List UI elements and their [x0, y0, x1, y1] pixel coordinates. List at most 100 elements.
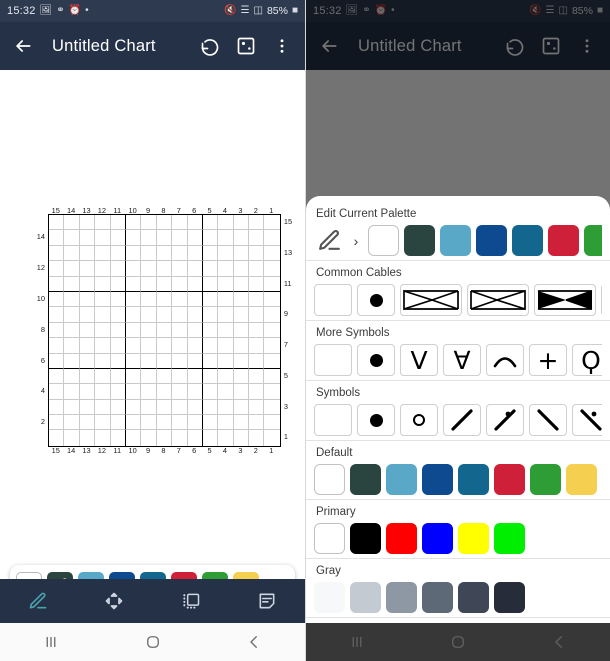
- cable-cross-left-symbol[interactable]: [467, 284, 529, 316]
- chart-cell[interactable]: [141, 353, 157, 369]
- chart-cell[interactable]: [156, 415, 173, 431]
- palette-swatch-white[interactable]: [314, 523, 345, 554]
- chart-cell[interactable]: [233, 322, 250, 339]
- chart-cell[interactable]: [141, 307, 157, 323]
- chart-cell[interactable]: [218, 338, 234, 354]
- chart-cell[interactable]: [141, 430, 157, 446]
- chart-cell[interactable]: [125, 384, 142, 400]
- chart-cell[interactable]: [110, 276, 126, 292]
- chart-cell[interactable]: [125, 276, 142, 292]
- chart-cell[interactable]: [64, 368, 80, 385]
- chart-cell[interactable]: [264, 292, 280, 308]
- chart-cell[interactable]: [187, 261, 203, 277]
- chart-cell[interactable]: [110, 322, 126, 339]
- palette-swatch-blue[interactable]: [422, 523, 453, 554]
- chart-cell[interactable]: [110, 291, 126, 308]
- chart-cell[interactable]: [49, 368, 65, 385]
- back-icon[interactable]: [203, 633, 305, 651]
- chart-cell[interactable]: [187, 415, 203, 431]
- chart-cell[interactable]: [110, 353, 126, 369]
- blank-symbol[interactable]: [314, 344, 352, 376]
- chart-cell[interactable]: [141, 322, 157, 339]
- chart-cell[interactable]: [249, 353, 265, 369]
- chart-cell[interactable]: [125, 215, 142, 231]
- palette-swatch-yellow[interactable]: [458, 523, 489, 554]
- chart-cell[interactable]: [49, 215, 65, 231]
- chart-cell[interactable]: [202, 353, 219, 369]
- chart-cell[interactable]: [187, 322, 203, 339]
- chart-cell[interactable]: [64, 245, 80, 262]
- chart-cell[interactable]: [218, 215, 234, 231]
- palette-swatch-crimson[interactable]: [548, 225, 579, 256]
- chart-cell[interactable]: [218, 399, 234, 416]
- chart-cell[interactable]: [79, 353, 96, 369]
- chart-cell[interactable]: [141, 261, 157, 277]
- chart-cell[interactable]: [264, 323, 280, 339]
- chart-cell[interactable]: [264, 246, 280, 262]
- chart-cell[interactable]: [79, 230, 96, 246]
- chart-cell[interactable]: [156, 215, 173, 231]
- chart-cell[interactable]: [233, 368, 250, 385]
- chart-cell[interactable]: [79, 338, 96, 354]
- blank-symbol[interactable]: [314, 284, 352, 316]
- palette-swatch-dark-gray[interactable]: [458, 582, 489, 613]
- palette-swatch-gray[interactable]: [386, 582, 417, 613]
- chart-cell[interactable]: [156, 353, 173, 369]
- chart-cell[interactable]: [49, 245, 65, 262]
- chart-cell[interactable]: [218, 261, 234, 277]
- chart-cell[interactable]: [49, 322, 65, 339]
- chart-cell[interactable]: [95, 338, 111, 354]
- cable-cross-right-symbol[interactable]: [400, 284, 462, 316]
- chart-cell[interactable]: [125, 261, 142, 277]
- chart-cell[interactable]: [95, 430, 111, 446]
- chart-cell[interactable]: [125, 245, 142, 262]
- recents-icon[interactable]: [0, 633, 102, 651]
- chart-cell[interactable]: [141, 276, 157, 292]
- chart-cell[interactable]: [125, 415, 142, 431]
- chart-cell[interactable]: [156, 230, 173, 246]
- chart-cell[interactable]: [172, 415, 188, 431]
- chart-cell[interactable]: [218, 245, 234, 262]
- palette-swatch-green[interactable]: [584, 225, 602, 256]
- chart-cell[interactable]: [233, 291, 250, 308]
- palette-swatch-charcoal[interactable]: [494, 582, 525, 613]
- ring-symbol[interactable]: [400, 404, 438, 436]
- chart-cell[interactable]: [203, 430, 219, 446]
- arc-symbol[interactable]: [486, 344, 524, 376]
- chart-cell[interactable]: [49, 399, 65, 416]
- palette-swatch-teal-blue[interactable]: [458, 464, 489, 495]
- chart-cell[interactable]: [95, 368, 111, 385]
- chart-cell[interactable]: [49, 338, 65, 354]
- chart-cell[interactable]: [249, 245, 265, 262]
- chart-cell[interactable]: [172, 430, 188, 446]
- chart-cell[interactable]: [125, 338, 142, 354]
- chart-cell[interactable]: [218, 322, 234, 339]
- plus-symbol[interactable]: +: [529, 344, 567, 376]
- chart-cell[interactable]: [202, 215, 219, 231]
- chart-cell[interactable]: [249, 368, 265, 385]
- chart-cell[interactable]: [156, 307, 173, 323]
- loop-symbol[interactable]: Ϙ: [572, 344, 602, 376]
- chart-cell[interactable]: [249, 322, 265, 339]
- dot-symbol[interactable]: [357, 344, 395, 376]
- chart-cell[interactable]: [64, 215, 80, 231]
- chart-cell[interactable]: [110, 399, 126, 416]
- palette-swatch-red[interactable]: [386, 523, 417, 554]
- chart-cell[interactable]: [156, 276, 173, 292]
- chart-cell[interactable]: [233, 399, 250, 416]
- pencil-icon[interactable]: [314, 226, 344, 256]
- chart-cell[interactable]: [141, 415, 157, 431]
- chart-cell[interactable]: [126, 430, 142, 446]
- chart-cell[interactable]: [49, 384, 65, 400]
- chart-cell[interactable]: [110, 307, 126, 323]
- chart-cell[interactable]: [188, 430, 203, 446]
- chart-cell[interactable]: [80, 430, 96, 446]
- chart-cell[interactable]: [233, 384, 250, 400]
- chart-cell[interactable]: [264, 400, 280, 416]
- chart-cell[interactable]: [79, 291, 96, 308]
- chart-cell[interactable]: [95, 353, 111, 369]
- chart-cell[interactable]: [249, 291, 265, 308]
- chart-cell[interactable]: [95, 215, 111, 231]
- chart-cell[interactable]: [264, 230, 280, 246]
- back-arrow-icon[interactable]: [10, 33, 36, 59]
